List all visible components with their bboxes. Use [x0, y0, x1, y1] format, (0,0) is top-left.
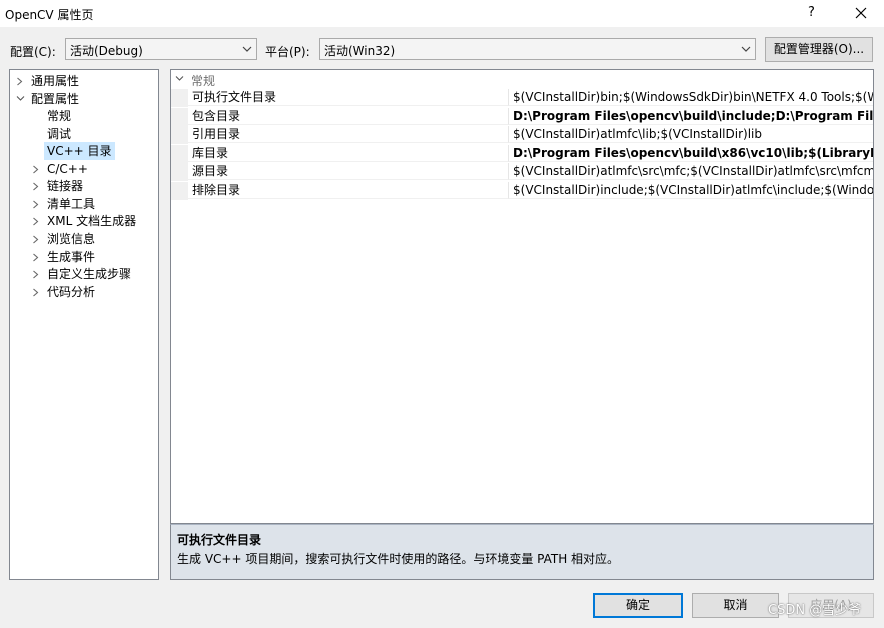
config-value: 活动(Debug)	[70, 44, 143, 58]
property-name: 可执行文件目录	[188, 89, 509, 106]
tree-item-label: 链接器	[47, 179, 84, 193]
expand-icon[interactable]	[30, 283, 42, 301]
platform-label: 平台(P):	[265, 45, 310, 59]
category-row[interactable]: 常规	[171, 70, 873, 88]
property-name: 引用目录	[188, 126, 509, 143]
window-title: OpenCV 属性页	[5, 8, 94, 22]
property-row[interactable]: 库目录 D:\Program Files\opencv\build\x86\vc1…	[171, 144, 873, 163]
property-grid[interactable]: 常规 可执行文件目录 $(VCInstallDir)bin;$(WindowsSd…	[170, 69, 874, 524]
tree-item-label: 常规	[47, 109, 72, 123]
property-value[interactable]: D:\Program Files\opencv\build\include;D:…	[509, 108, 873, 125]
property-row[interactable]: 引用目录 $(VCInstallDir)atlmfc\lib;$(VCInstal…	[171, 126, 873, 144]
property-value[interactable]: D:\Program Files\opencv\build\x86\vc10\l…	[509, 145, 873, 162]
close-button[interactable]	[848, 1, 874, 25]
expand-icon[interactable]	[30, 248, 42, 266]
expand-icon[interactable]	[30, 230, 42, 248]
collapse-icon[interactable]	[14, 90, 26, 108]
property-name: 排除目录	[188, 181, 509, 199]
close-icon	[855, 7, 867, 19]
tree-item-label: 自定义生成步骤	[47, 267, 132, 281]
title-bar: OpenCV 属性页 ?	[0, 0, 884, 27]
expand-icon[interactable]	[30, 177, 42, 195]
property-row[interactable]: 包含目录 D:\Program Files\opencv\build\includ…	[171, 107, 873, 126]
property-value[interactable]: $(VCInstallDir)atlmfc\src\mfc;$(VCInstal…	[509, 163, 873, 180]
tree-item-label: 浏览信息	[47, 232, 96, 246]
property-row[interactable]: 排除目录 $(VCInstallDir)include;$(VCInstallDi…	[171, 181, 873, 200]
property-row[interactable]: 源目录 $(VCInstallDir)atlmfc\src\mfc;$(VCIns…	[171, 163, 873, 181]
tree-item-label: C/C++	[47, 162, 88, 176]
ok-button[interactable]: 确定	[593, 593, 683, 618]
config-manager-button[interactable]: 配置管理器(O)...	[765, 37, 873, 62]
tree-item-label: XML 文档生成器	[47, 214, 137, 228]
property-value[interactable]: $(VCInstallDir)include;$(VCInstallDir)at…	[509, 182, 873, 199]
tree-item-label: 配置属性	[31, 92, 80, 106]
tree-item-label: VC++ 目录	[44, 142, 115, 160]
row-gutter	[171, 163, 188, 181]
expand-icon[interactable]	[30, 195, 42, 213]
platform-value: 活动(Win32)	[324, 44, 396, 58]
property-name: 包含目录	[188, 107, 509, 125]
expand-icon[interactable]	[14, 72, 26, 90]
help-button[interactable]: ?	[808, 5, 815, 20]
cancel-button[interactable]: 取消	[692, 593, 779, 618]
property-tree[interactable]: 通用属性配置属性常规调试 VC++ 目录 C/C++ 链接器清单工具 XML 文档生成器…	[9, 69, 159, 580]
config-dropdown[interactable]: 活动(Debug)	[65, 38, 257, 60]
expand-icon[interactable]	[30, 265, 42, 283]
property-value[interactable]: $(VCInstallDir)atlmfc\lib;$(VCInstallDir…	[509, 126, 873, 143]
config-label: 配置(C):	[10, 45, 56, 59]
property-name: 源目录	[188, 163, 509, 180]
expand-icon[interactable]	[30, 160, 42, 178]
collapse-icon[interactable]	[175, 75, 184, 82]
tree-item-label: 代码分析	[47, 285, 96, 299]
description-title: 可执行文件目录	[177, 533, 262, 547]
tree-item-label: 调试	[47, 127, 72, 141]
property-name: 库目录	[188, 144, 509, 162]
chevron-down-icon	[242, 46, 252, 52]
description-panel: 可执行文件目录 生成 VC++ 项目期间，搜索可执行文件时使用的路径。与环境变量…	[170, 524, 874, 580]
description-text: 生成 VC++ 项目期间，搜索可执行文件时使用的路径。与环境变量 PATH 相对…	[177, 552, 620, 566]
expand-icon[interactable]	[30, 212, 42, 230]
tree-item-label: 生成事件	[47, 250, 96, 264]
chevron-down-icon	[741, 46, 751, 52]
tree-item-label: 清单工具	[47, 197, 96, 211]
property-value[interactable]: $(VCInstallDir)bin;$(WindowsSdkDir)bin\N…	[509, 89, 873, 106]
row-gutter	[171, 126, 188, 144]
platform-dropdown[interactable]: 活动(Win32)	[319, 38, 756, 60]
row-gutter	[171, 144, 188, 163]
row-gutter	[171, 107, 188, 126]
row-gutter	[171, 181, 188, 200]
tree-item-label: 通用属性	[31, 74, 80, 88]
watermark: CSDN @雪少爷	[768, 603, 862, 618]
property-row[interactable]: 可执行文件目录 $(VCInstallDir)bin;$(WindowsSdkDi…	[171, 89, 873, 107]
row-gutter	[171, 89, 188, 107]
category-label: 常规	[191, 74, 216, 88]
